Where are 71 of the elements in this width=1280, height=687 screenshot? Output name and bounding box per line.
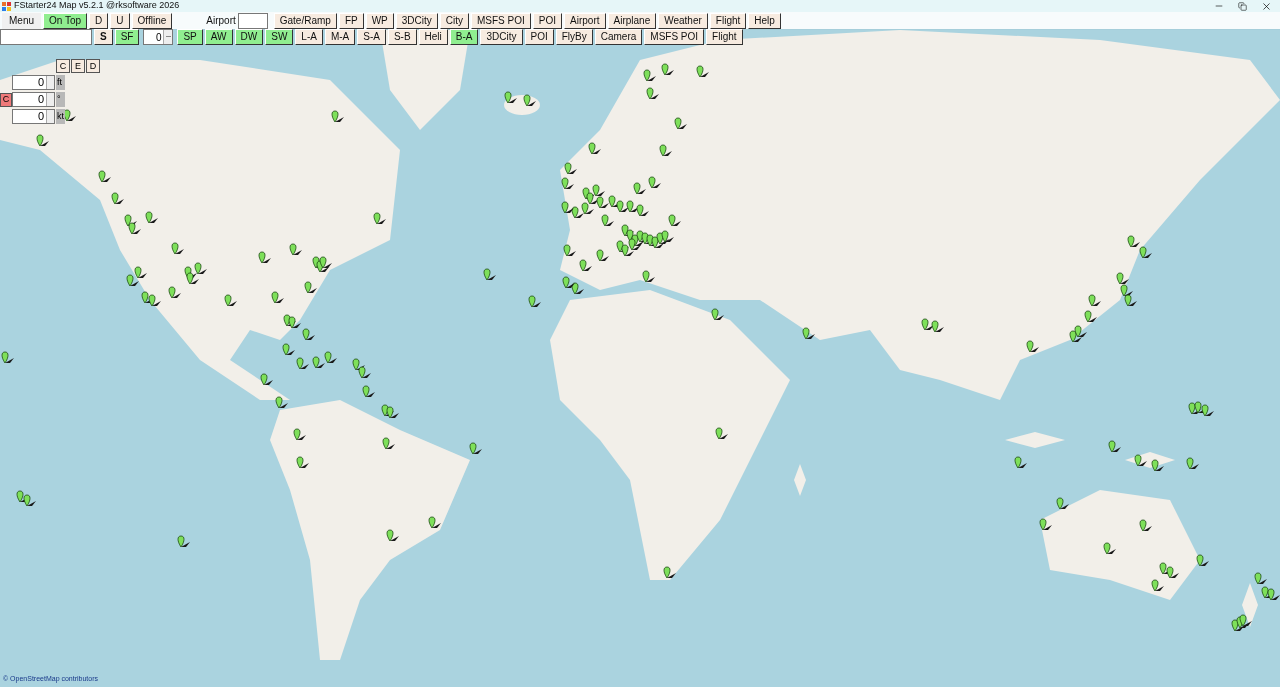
- unit-label: kt: [56, 109, 65, 124]
- toolbar-button[interactable]: S-B: [387, 29, 417, 45]
- toolbar-button[interactable]: MSFS POI: [471, 12, 531, 29]
- pin-cluster-drawing: [312, 351, 337, 369]
- pin-cluster-drawing: [1069, 310, 1097, 343]
- pin-cluster-drawing: [1116, 272, 1137, 307]
- toolbar-button[interactable]: POI: [524, 29, 554, 45]
- window-title: FStarter24 Map v5.2.1 @rksoftware 2026: [14, 0, 180, 13]
- toolbar-button[interactable]: SW: [265, 29, 294, 45]
- toolbar-button[interactable]: Airplane: [607, 12, 657, 29]
- toolbar-button[interactable]: Gate/Ramp: [273, 12, 337, 29]
- pin-cluster-drawing: [312, 256, 332, 273]
- pin-cluster-drawing: [283, 314, 315, 341]
- toolbar-button[interactable]: FlyBy: [555, 29, 593, 45]
- pin-cluster-drawing: [1231, 614, 1252, 632]
- toolbar-button[interactable]: AW: [204, 29, 233, 45]
- app-icon: [2, 1, 11, 11]
- pin-cluster-drawing: [184, 262, 207, 285]
- search-field[interactable]: [237, 12, 268, 29]
- toolbar-button[interactable]: SP: [177, 29, 203, 45]
- unit-label: °: [56, 92, 65, 107]
- number-spinner[interactable]: 0: [143, 29, 174, 45]
- pin-cluster-drawing: [282, 343, 309, 370]
- toolbar-button[interactable]: Weather: [658, 12, 708, 29]
- toolbar-button[interactable]: U: [110, 12, 130, 29]
- close-icon[interactable]: [1261, 0, 1272, 12]
- toolbar-button[interactable]: 3DCity: [480, 29, 523, 45]
- panel-button[interactable]: E: [71, 59, 85, 73]
- restore-icon[interactable]: [1238, 1, 1247, 11]
- pin-cluster-drawing: [141, 291, 161, 307]
- toolbar-button[interactable]: S: [94, 29, 113, 45]
- toolbar-button[interactable]: City: [439, 12, 469, 29]
- toolbar-button[interactable]: MSFS POI: [644, 29, 705, 45]
- pin-cluster-drawing: [124, 214, 141, 235]
- toolbar-button[interactable]: L-A: [295, 29, 323, 45]
- toolbar-button[interactable]: Flight: [709, 12, 747, 29]
- toolbar-button[interactable]: SF: [114, 29, 140, 45]
- pin-cluster-drawing: [1151, 562, 1179, 592]
- pin-cluster-drawing: [16, 490, 36, 507]
- pin-cluster-drawing: [1254, 572, 1280, 601]
- number-spinner[interactable]: 0: [12, 109, 55, 124]
- toolbar-button[interactable]: Heli: [418, 29, 448, 45]
- menu-button[interactable]: Menu: [2, 12, 41, 29]
- panel-button[interactable]: D: [86, 59, 100, 73]
- number-spinner[interactable]: 0: [12, 92, 55, 107]
- pin-cluster-drawing: [352, 358, 371, 379]
- toolbar-button[interactable]: Help: [748, 12, 781, 29]
- number-spinner[interactable]: 0: [12, 75, 55, 90]
- toolbar-button[interactable]: S-A: [357, 29, 386, 45]
- unit-label: ft: [56, 75, 65, 90]
- toolbar-button[interactable]: M-A: [324, 29, 356, 45]
- toolbar-button[interactable]: POI: [532, 12, 563, 29]
- pin-cluster-drawing: [1188, 401, 1214, 417]
- pin-cluster-drawing: [381, 404, 399, 419]
- pin-cluster-drawing: [126, 266, 147, 287]
- search-field[interactable]: [0, 29, 92, 45]
- toolbar-button[interactable]: D: [89, 12, 109, 29]
- toolbar-button[interactable]: Camera: [594, 29, 643, 45]
- airport-label: Airport: [206, 14, 236, 28]
- pin-cluster-drawing: [1127, 235, 1152, 259]
- toolbar-button[interactable]: Offline: [131, 12, 173, 29]
- toolbar-button[interactable]: On Top: [43, 12, 88, 29]
- toolbar-button[interactable]: Airport: [564, 12, 606, 29]
- pin-cluster-drawing: [921, 318, 944, 333]
- toolbar-button[interactable]: DW: [234, 29, 264, 45]
- toolbar-button[interactable]: FP: [338, 12, 364, 29]
- toolbar-button[interactable]: 3DCity: [395, 12, 438, 29]
- toolbar-button[interactable]: B-A: [449, 29, 479, 45]
- panel-button[interactable]: C: [56, 59, 70, 73]
- toolbar-button[interactable]: Flight: [706, 29, 743, 45]
- toolbar-button[interactable]: WP: [365, 12, 394, 29]
